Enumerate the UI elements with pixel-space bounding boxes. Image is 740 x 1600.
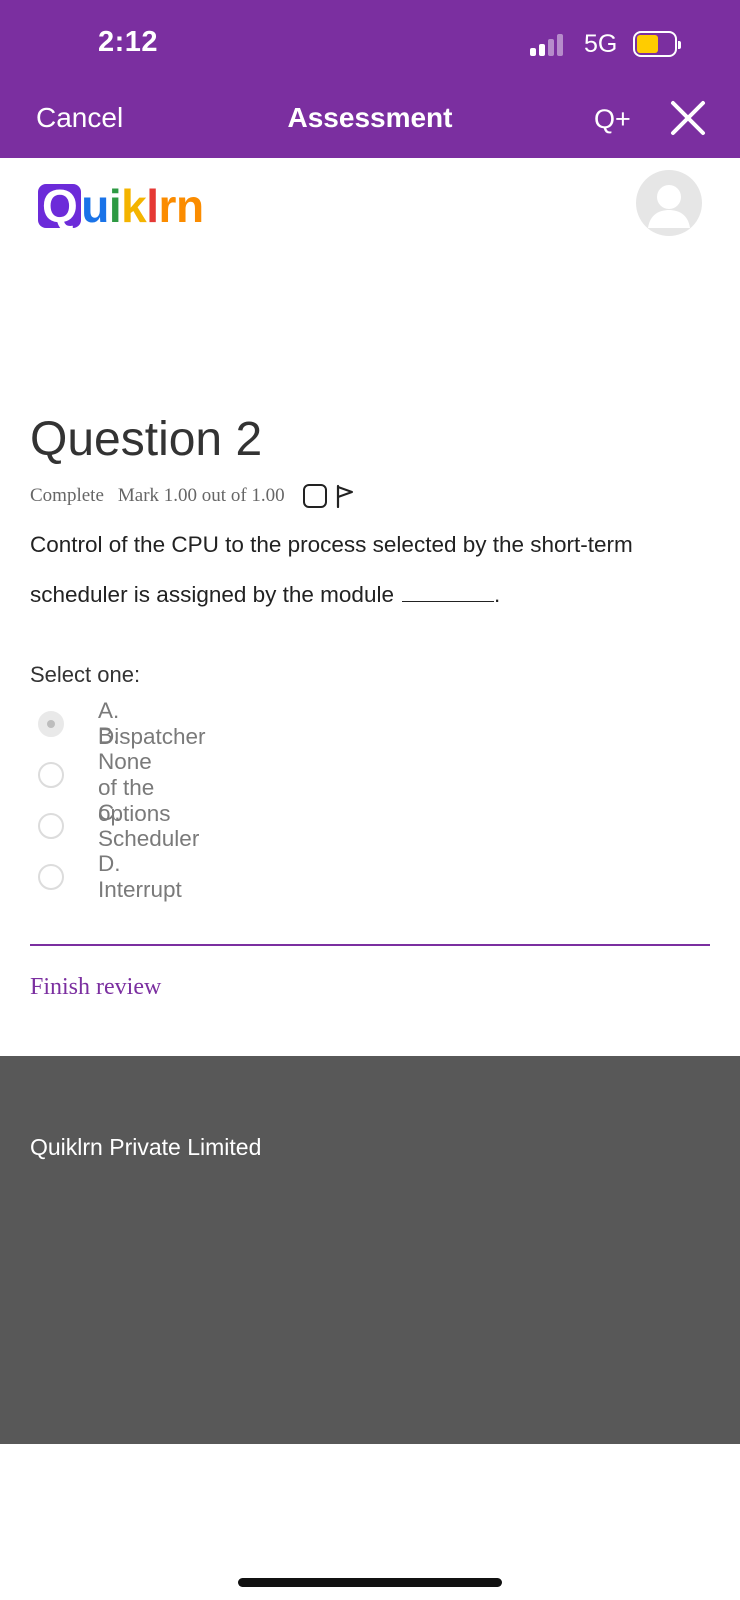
logo-letter: r — [158, 180, 177, 232]
logo-letter: u — [81, 180, 109, 232]
app-header: 2:12 5G Cancel Assessment Q+ — [0, 0, 740, 158]
status-time: 2:12 — [98, 26, 159, 58]
answer-option-label: D. Interrupt — [98, 850, 182, 902]
answer-blank — [401, 584, 494, 602]
signal-icon — [530, 34, 568, 56]
logo-letter: l — [146, 180, 159, 232]
radio-button[interactable] — [38, 863, 64, 890]
logo-letter: i — [108, 180, 122, 232]
close-icon[interactable] — [668, 98, 708, 138]
radio-button[interactable] — [38, 710, 64, 737]
question-text: Control of the CPU to the process select… — [30, 520, 720, 620]
question-text-end: . — [493, 582, 501, 607]
answer-options: A. Dispatcher B. None of the options C. Sc… — [38, 698, 206, 902]
quiklrn-logo: Quiklrn — [38, 178, 204, 234]
radio-button[interactable] — [38, 761, 64, 788]
logo-letter: n — [175, 180, 204, 232]
network-label: 5G — [584, 30, 618, 58]
avatar[interactable] — [636, 170, 702, 236]
user-icon — [648, 185, 690, 228]
question-mark: Mark 1.00 out of 1.00 — [117, 485, 285, 506]
logo-text: uiklrn — [81, 180, 204, 232]
battery-icon — [633, 31, 681, 57]
select-one-prompt: Select one: — [30, 662, 141, 687]
flag-checkbox[interactable] — [302, 484, 327, 508]
finish-review-link[interactable]: Finish review — [30, 974, 161, 1001]
question-meta: Complete Mark 1.00 out of 1.00 — [30, 484, 355, 508]
answer-option[interactable]: B. None of the options — [38, 723, 171, 826]
home-indicator — [238, 1578, 502, 1587]
assessment-page: 2:12 5G Cancel Assessment Q+ Quiklrn Que… — [0, 0, 740, 1600]
question-title: Question 2 — [30, 413, 263, 466]
logo-q: Q — [38, 183, 82, 229]
radio-button[interactable] — [38, 812, 64, 839]
answer-option[interactable]: A. Dispatcher — [38, 698, 206, 749]
logo-letter: k — [121, 180, 147, 232]
answer-option[interactable]: C. Scheduler — [38, 800, 199, 851]
divider — [30, 944, 710, 946]
flag-icon[interactable] — [335, 484, 355, 508]
q-plus-button[interactable]: Q+ — [594, 104, 631, 135]
footer-company: Quiklrn Private Limited — [30, 1134, 262, 1160]
answer-option-label: C. Scheduler — [98, 799, 200, 851]
question-text-body: Control of the CPU to the process select… — [30, 532, 633, 607]
footer: Quiklrn Private Limited — [0, 1056, 740, 1444]
question-state: Complete — [30, 485, 104, 506]
answer-option[interactable]: D. Interrupt — [38, 851, 182, 902]
